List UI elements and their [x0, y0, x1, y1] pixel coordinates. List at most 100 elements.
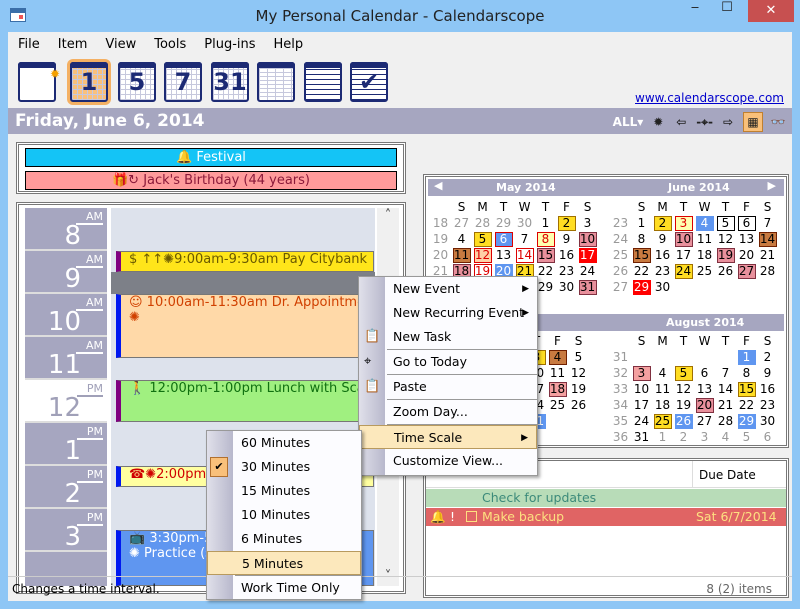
day-cell[interactable]: 24 — [633, 414, 651, 429]
day-cell[interactable]: 7 — [516, 232, 534, 247]
day-cell[interactable]: 10 — [674, 231, 693, 247]
menu-item[interactable]: Item — [48, 35, 96, 55]
day-cell[interactable]: 28 — [759, 264, 777, 279]
day-cell[interactable]: 12 — [675, 382, 693, 397]
day-cell[interactable]: 9 — [759, 366, 777, 381]
day-cell[interactable]: 1 — [633, 216, 651, 231]
day-cell[interactable]: 29 — [737, 413, 756, 429]
day-cell[interactable]: 1 — [537, 216, 555, 231]
prev-month-icon[interactable]: ◀ — [434, 179, 442, 192]
go-today-icon[interactable]: -⌖- — [696, 115, 713, 130]
arrow-right-icon[interactable]: ⇨ — [720, 115, 736, 129]
day-cell[interactable]: 19 — [675, 398, 693, 413]
day-cell[interactable]: 15 — [737, 381, 756, 397]
menu-time-scale[interactable]: Time Scale ▶ — [359, 425, 537, 449]
event-birthday[interactable]: 🎁↻ Jack's Birthday (44 years) — [25, 171, 397, 190]
day-cell[interactable]: 11 — [654, 382, 672, 397]
day-cell[interactable]: 16 — [654, 248, 672, 263]
day-cell[interactable]: 27 — [696, 414, 714, 429]
day-cell[interactable]: 9 — [654, 232, 672, 247]
scale-60[interactable]: 60 Minutes — [207, 431, 361, 455]
menu-go-to-today[interactable]: ⌖ Go to Today — [359, 350, 537, 374]
day-cell[interactable]: 29 — [495, 216, 513, 231]
day-cell[interactable]: 2 — [759, 350, 777, 365]
day-cell[interactable]: 30 — [759, 414, 777, 429]
day-cell[interactable]: 22 — [537, 264, 555, 279]
task-checkbox[interactable] — [466, 511, 477, 522]
day-cell[interactable]: 21 — [759, 248, 777, 263]
day-cell[interactable]: 14 — [717, 382, 735, 397]
day-cell[interactable]: 31 — [633, 430, 651, 445]
day-cell[interactable]: 18 — [696, 248, 714, 263]
day-cell[interactable]: 13 — [696, 382, 714, 397]
arrow-left-icon[interactable]: ⇦ — [673, 115, 689, 129]
day-cell[interactable]: 27 — [737, 263, 756, 279]
day-cell[interactable]: 4 — [654, 366, 672, 381]
new-window-button[interactable]: ✹ — [18, 62, 60, 102]
day-cell[interactable]: 9 — [558, 232, 576, 247]
month-august[interactable]: August 2014 — [666, 316, 744, 329]
day-view-button[interactable]: 1 — [70, 62, 108, 102]
scale-30[interactable]: ✔ 30 Minutes — [207, 455, 361, 479]
due-date-header[interactable]: Due Date — [692, 461, 762, 487]
day-cell[interactable]: 19 — [570, 382, 588, 397]
work-week-view-button[interactable]: 5 — [118, 62, 156, 102]
day-cell[interactable]: 8 — [536, 231, 555, 247]
day-cell[interactable]: 23 — [759, 398, 777, 413]
day-cell[interactable]: 4 — [453, 232, 471, 247]
day-cell[interactable]: 30 — [558, 280, 576, 295]
minimize-button[interactable]: ‒ — [680, 0, 710, 22]
day-cell[interactable]: 17 — [633, 398, 651, 413]
scale-10[interactable]: 10 Minutes — [207, 503, 361, 527]
gear-icon[interactable]: ✹ — [650, 115, 666, 129]
menu-new-event[interactable]: New Event ▶ — [359, 277, 537, 301]
scale-6[interactable]: 6 Minutes — [207, 527, 361, 551]
close-button[interactable]: ✕ — [748, 0, 794, 22]
day-cell[interactable]: 20 — [695, 397, 714, 413]
day-cell[interactable]: 24 — [674, 263, 693, 279]
scale-15[interactable]: 15 Minutes — [207, 479, 361, 503]
task-view-button[interactable]: ✔ — [350, 62, 388, 102]
day-cell[interactable]: 3 — [674, 215, 693, 231]
day-cell[interactable]: 6 — [494, 231, 513, 247]
day-cell[interactable]: 10 — [578, 231, 597, 247]
day-cell[interactable]: 5 — [570, 350, 588, 365]
menu-zoom-day[interactable]: Zoom Day... — [359, 400, 537, 424]
calendar-icon[interactable]: ▦ — [743, 112, 763, 132]
menu-view[interactable]: View — [95, 35, 144, 55]
year-view-button[interactable] — [257, 62, 295, 102]
menu-paste[interactable]: 📋 Paste — [359, 375, 537, 399]
day-cell[interactable]: 25 — [653, 413, 672, 429]
day-cell[interactable]: 12 — [473, 247, 492, 263]
day-cell[interactable]: 23 — [558, 264, 576, 279]
menu-customize-view[interactable]: Customize View... — [359, 449, 537, 473]
day-cell[interactable]: 5 — [738, 430, 756, 445]
menu-help[interactable]: Help — [264, 35, 312, 55]
day-cell[interactable]: 3 — [579, 216, 597, 231]
day-cell[interactable]: 2 — [675, 430, 693, 445]
day-cell[interactable]: 18 — [654, 398, 672, 413]
day-cell[interactable]: 12 — [717, 232, 735, 247]
week-view-button[interactable]: 7 — [164, 62, 202, 102]
scale-5[interactable]: 5 Minutes — [207, 551, 361, 575]
month-june[interactable]: June 2014 — [668, 181, 730, 194]
day-cell[interactable]: 4 — [695, 215, 714, 231]
day-cell[interactable]: 13 — [495, 248, 513, 263]
day-cell[interactable]: 5 — [716, 215, 735, 231]
day-cell[interactable]: 10 — [633, 382, 651, 397]
day-cell[interactable]: 12 — [570, 366, 588, 381]
day-cell[interactable]: 5 — [674, 365, 693, 381]
day-cell[interactable]: 15 — [632, 247, 651, 263]
day-cell[interactable]: 3 — [632, 365, 651, 381]
scroll-up-icon[interactable]: ˄ — [377, 208, 399, 223]
day-cell[interactable]: 19 — [716, 247, 735, 263]
next-month-icon[interactable]: ▶ — [768, 179, 776, 192]
menu-new-recurring-event[interactable]: New Recurring Event ▶ — [359, 301, 537, 325]
task-row[interactable]: 🔔 ! Make backup Sat 6/7/2014 — [426, 508, 786, 526]
day-cell[interactable]: S — [570, 334, 588, 349]
day-cell[interactable]: 6 — [737, 215, 756, 231]
month-may[interactable]: May 2014 — [496, 181, 556, 194]
day-cell[interactable]: 16 — [558, 248, 576, 263]
day-cell[interactable]: 22 — [633, 264, 651, 279]
day-cell[interactable]: 21 — [717, 398, 735, 413]
